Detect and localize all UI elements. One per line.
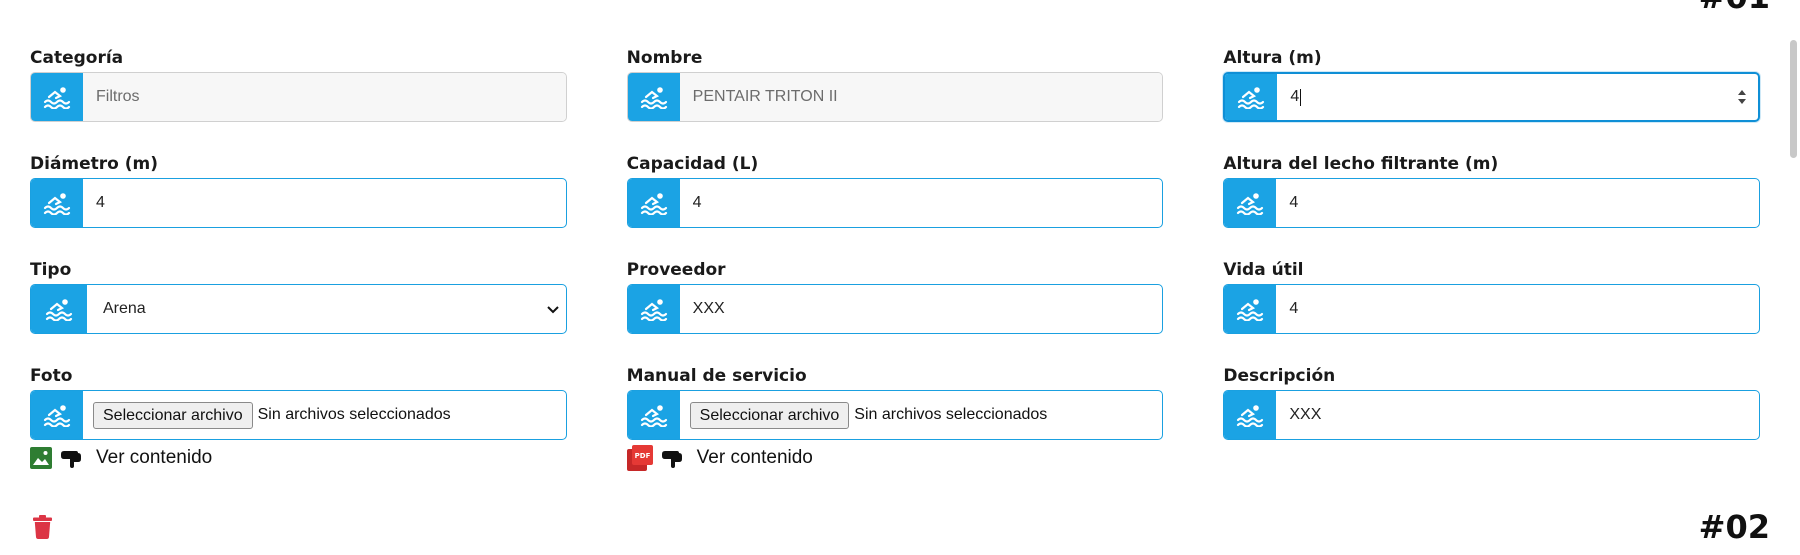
form-row: Categoría Filtros Nombre PENTAIR TRITON …	[30, 46, 1761, 152]
capacidad-input[interactable]: 4	[680, 179, 1163, 227]
swimmer-icon	[1224, 179, 1277, 227]
field-label: Categoría	[30, 48, 124, 68]
text-caret	[1300, 88, 1302, 106]
image-icon	[30, 447, 52, 469]
swimmer-icon	[31, 179, 83, 227]
proveedor-input[interactable]: XXX	[680, 285, 1163, 333]
swimmer-icon	[627, 179, 680, 227]
swimmer-icon	[627, 73, 680, 121]
trash-icon[interactable]	[35, 0, 51, 14]
field-label: Manual de servicio	[626, 366, 807, 386]
swimmer-icon	[1224, 285, 1277, 333]
field-foto: Foto Seleccionar archivo Sin archivos se…	[30, 364, 567, 474]
manual-file-input[interactable]: Seleccionar archivo Sin archivos selecci…	[680, 391, 1163, 439]
foto-file-input[interactable]: Seleccionar archivo Sin archivos selecci…	[83, 391, 566, 439]
file-status: Sin archivos seleccionados	[257, 406, 451, 423]
swimmer-icon	[627, 391, 680, 439]
file-status: Sin archivos seleccionados	[854, 406, 1048, 423]
capacidad-input-group: 4	[626, 178, 1164, 228]
swimmer-icon	[31, 285, 87, 333]
field-label: Diámetro (m)	[30, 154, 159, 174]
altura-lecho-input[interactable]: 4	[1276, 179, 1759, 227]
form-row: Foto Seleccionar archivo Sin archivos se…	[30, 364, 1761, 474]
vida-util-input[interactable]: 4	[1276, 285, 1759, 333]
chevron-down-icon	[546, 306, 559, 314]
vida-util-input-group: 4	[1223, 284, 1761, 334]
view-content-link[interactable]: Ver contenido	[697, 447, 813, 469]
record-number: #01	[1699, 0, 1770, 16]
swimmer-icon	[627, 285, 680, 333]
scrollbar-thumb[interactable]	[1790, 40, 1797, 158]
pdf-icon: PDF	[626, 445, 653, 471]
swimmer-icon	[1225, 74, 1278, 120]
field-tipo: Tipo Arena	[30, 258, 567, 364]
select-file-button[interactable]: Seleccionar archivo	[689, 401, 850, 429]
diametro-input-group: 4	[30, 178, 567, 228]
form-grid: Categoría Filtros Nombre PENTAIR TRITON …	[30, 46, 1761, 474]
swimmer-icon	[1224, 391, 1277, 439]
field-label: Descripción	[1223, 366, 1336, 386]
trash-icon[interactable]	[33, 515, 52, 539]
altura-lecho-input-group: 4	[1223, 178, 1761, 228]
field-label: Capacidad (L)	[626, 154, 759, 174]
record-number: #02	[1698, 508, 1770, 546]
field-label: Altura (m)	[1223, 48, 1322, 68]
tipo-input-group: Arena	[30, 284, 567, 334]
field-manual: Manual de servicio Seleccionar archivo S…	[626, 364, 1164, 474]
diametro-input[interactable]: 4	[83, 179, 566, 227]
number-spinner-icon[interactable]	[1736, 87, 1748, 107]
pointing-hand-icon	[61, 451, 81, 468]
field-proveedor: Proveedor XXX	[626, 258, 1164, 364]
categoria-input-group: Filtros	[30, 72, 567, 122]
tipo-selected-value: Arena	[103, 300, 146, 317]
field-label: Proveedor	[626, 260, 726, 280]
field-altura-lecho: Altura del lecho filtrante (m) 4	[1223, 152, 1761, 258]
form-page: #01 Categoría Filtros	[0, 0, 1800, 555]
field-nombre: Nombre PENTAIR TRITON II	[626, 46, 1164, 152]
swimmer-icon	[31, 73, 83, 121]
field-label: Tipo	[30, 260, 72, 280]
scrollbar[interactable]	[1786, 0, 1800, 555]
manual-input-group: Seleccionar archivo Sin archivos selecci…	[626, 390, 1164, 440]
altura-input-group: 4	[1223, 72, 1761, 122]
descripcion-input[interactable]: XXX	[1276, 391, 1759, 439]
field-altura: Altura (m) 4	[1223, 46, 1761, 152]
field-diametro: Diámetro (m) 4	[30, 152, 567, 258]
pointing-hand-icon	[661, 451, 682, 468]
categoria-input[interactable]: Filtros	[83, 73, 566, 121]
field-label: Vida útil	[1223, 260, 1304, 280]
tipo-select[interactable]: Arena	[87, 285, 566, 333]
descripcion-input-group: XXX	[1223, 390, 1761, 440]
altura-value: 4	[1290, 88, 1300, 105]
field-label: Foto	[30, 366, 73, 386]
svg-text:PDF: PDF	[634, 452, 650, 460]
manual-view-row: PDF Ver contenido	[626, 445, 1164, 471]
nombre-input[interactable]: PENTAIR TRITON II	[679, 73, 1163, 121]
field-label: Nombre	[626, 48, 703, 68]
field-vida-util: Vida útil 4	[1223, 258, 1761, 364]
form-row: Diámetro (m) 4 Capacidad (L) 4 Altura de…	[30, 152, 1761, 258]
altura-input[interactable]: 4	[1277, 74, 1758, 120]
field-label: Altura del lecho filtrante (m)	[1223, 154, 1499, 174]
nombre-input-group: PENTAIR TRITON II	[626, 72, 1164, 122]
form-row: Tipo Arena Proveedor XXX Vida útil 4	[30, 258, 1761, 364]
foto-view-row: Ver contenido	[30, 445, 567, 471]
field-descripcion: Descripción XXX	[1223, 364, 1761, 474]
select-file-button[interactable]: Seleccionar archivo	[93, 401, 253, 429]
proveedor-input-group: XXX	[626, 284, 1164, 334]
foto-input-group: Seleccionar archivo Sin archivos selecci…	[30, 390, 567, 440]
view-content-link[interactable]: Ver contenido	[96, 447, 212, 469]
field-capacidad: Capacidad (L) 4	[626, 152, 1164, 258]
swimmer-icon	[31, 391, 83, 439]
field-categoria: Categoría Filtros	[30, 46, 567, 152]
